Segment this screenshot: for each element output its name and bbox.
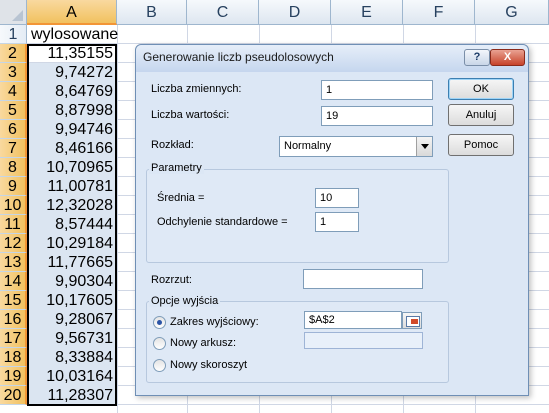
seed-label: Rozrzut: [151, 274, 192, 286]
new-sheet-label: Nowy arkusz: [170, 337, 237, 349]
help-icon[interactable]: ? [464, 49, 490, 66]
data-cell[interactable]: 11,00781 [28, 177, 116, 196]
row-header[interactable]: 3 [0, 63, 27, 82]
num-variables-input[interactable]: 1 [321, 80, 433, 100]
num-values-input[interactable]: 19 [321, 106, 433, 126]
row-header[interactable]: 1 [0, 25, 27, 44]
column-header-e[interactable]: E [331, 0, 403, 25]
data-cell[interactable]: 10,03164 [28, 367, 116, 386]
row-header[interactable]: 8 [0, 158, 27, 177]
ok-button[interactable]: OK [448, 78, 514, 100]
row-header[interactable]: 7 [0, 139, 27, 158]
new-sheet-input[interactable] [304, 332, 423, 349]
data-cell[interactable]: 9,94746 [28, 120, 116, 139]
dialog-titlebar[interactable]: Generowanie liczb pseudolosowych ? X [136, 45, 528, 72]
data-cell[interactable]: 10,29184 [28, 234, 116, 253]
column-header-f[interactable]: F [403, 0, 475, 25]
mean-input[interactable]: 10 [315, 188, 359, 208]
distribution-value: Normalny [284, 140, 332, 152]
data-cell[interactable]: 8,64769 [28, 82, 116, 101]
collapse-dialog-icon[interactable] [402, 312, 422, 329]
row-header[interactable]: 16 [0, 310, 27, 329]
seed-input[interactable] [303, 269, 423, 289]
data-cell[interactable]: 8,57444 [28, 215, 116, 234]
row-header[interactable]: 6 [0, 120, 27, 139]
column-header-c[interactable]: C [187, 0, 259, 25]
row-header[interactable]: 4 [0, 82, 27, 101]
random-number-dialog: Generowanie liczb pseudolosowych ? X Lic… [135, 44, 529, 396]
help-button[interactable]: Pomoc [448, 134, 514, 156]
column-header-d[interactable]: D [259, 0, 331, 25]
close-icon[interactable]: X [490, 49, 525, 66]
output-range-input[interactable]: $A$2 [304, 311, 402, 329]
distribution-label: Rozkład: [151, 139, 194, 151]
distribution-select[interactable]: Normalny [279, 136, 433, 157]
column-header-a[interactable]: A [27, 0, 117, 25]
column-header-b[interactable]: B [117, 0, 187, 25]
output-range-radio[interactable] [153, 316, 166, 329]
data-cell[interactable]: 8,87998 [28, 101, 116, 120]
data-cell[interactable]: 11,28307 [28, 386, 116, 405]
data-cell[interactable]: 9,90304 [28, 272, 116, 291]
data-cell[interactable]: 11,77665 [28, 253, 116, 272]
chevron-down-icon[interactable] [416, 137, 432, 156]
stddev-label: Odchylenie standardowe = [157, 216, 288, 228]
row-header[interactable]: 5 [0, 101, 27, 120]
row-header[interactable]: 13 [0, 253, 27, 272]
data-cell[interactable]: 11,35155 [28, 44, 116, 63]
parameters-title: Parametry [149, 162, 204, 174]
row-header[interactable]: 19 [0, 367, 27, 386]
mean-label: Średnia = [157, 192, 205, 204]
num-variables-label: Liczba zmiennych: [151, 83, 242, 95]
header-cell[interactable]: wylosowane [28, 25, 118, 44]
row-header[interactable]: 18 [0, 348, 27, 367]
row-header[interactable]: 12 [0, 234, 27, 253]
data-cell[interactable]: 12,32028 [28, 196, 116, 215]
dialog-title: Generowanie liczb pseudolosowych [143, 50, 334, 64]
data-cell[interactable]: 9,28067 [28, 310, 116, 329]
column-header-g[interactable]: G [475, 0, 549, 25]
data-cell[interactable]: 8,33884 [28, 348, 116, 367]
num-values-label: Liczba wartości: [151, 109, 230, 121]
data-cell[interactable]: 10,70965 [28, 158, 116, 177]
data-cell[interactable]: 8,46166 [28, 139, 116, 158]
output-options-title: Opcje wyjścia [149, 295, 221, 307]
row-header[interactable]: 9 [0, 177, 27, 196]
cancel-button[interactable]: Anuluj [448, 104, 514, 126]
row-header[interactable]: 17 [0, 329, 27, 348]
row-header[interactable]: 10 [0, 196, 27, 215]
row-header[interactable]: 20 [0, 386, 27, 405]
select-all-corner[interactable] [0, 0, 27, 25]
row-header[interactable]: 14 [0, 272, 27, 291]
output-range-label: Zakres wyjściowy: [170, 316, 259, 328]
row-header[interactable]: 11 [0, 215, 27, 234]
data-cell[interactable]: 10,17605 [28, 291, 116, 310]
row-header[interactable]: 15 [0, 291, 27, 310]
data-cell[interactable]: 9,56731 [28, 329, 116, 348]
data-cell[interactable]: 9,74272 [28, 63, 116, 82]
new-workbook-radio[interactable] [153, 359, 166, 372]
stddev-input[interactable]: 1 [315, 212, 359, 232]
new-sheet-radio[interactable] [153, 337, 166, 350]
new-workbook-label: Nowy skoroszyt [170, 359, 248, 371]
row-header[interactable]: 2 [0, 44, 27, 63]
